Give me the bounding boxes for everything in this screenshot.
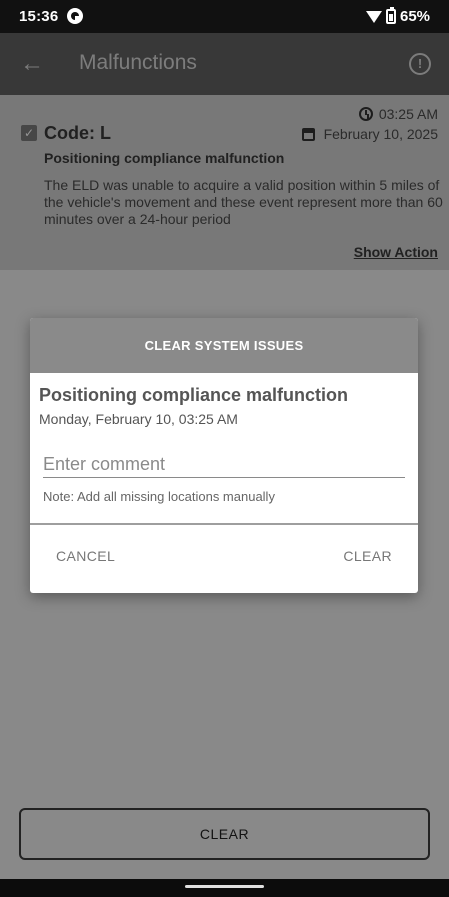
dialog-datetime: Monday, February 10, 03:25 AM: [39, 411, 238, 427]
notification-icon: [67, 8, 83, 24]
navigation-bar: [0, 879, 449, 897]
comment-input[interactable]: [43, 451, 405, 478]
cancel-button[interactable]: CANCEL: [56, 548, 115, 564]
status-bar: 15:36 65%: [0, 0, 449, 33]
dialog-divider: [30, 523, 418, 525]
wifi-icon: [366, 11, 382, 23]
battery-icon: [386, 7, 396, 24]
dialog-header: CLEAR SYSTEM ISSUES: [30, 318, 418, 373]
battery-percentage: 65%: [400, 8, 431, 25]
home-handle[interactable]: [185, 885, 264, 888]
dialog-clear-button[interactable]: CLEAR: [343, 548, 392, 564]
dialog-title: Positioning compliance malfunction: [39, 385, 349, 405]
screen: ← Malfunctions ! ✓ Code: L 03:25 AM Febr…: [0, 0, 449, 897]
status-time: 15:36: [19, 8, 59, 25]
clear-issues-dialog: CLEAR SYSTEM ISSUES Positioning complian…: [30, 318, 418, 593]
dialog-note: Note: Add all missing locations manually: [43, 489, 275, 504]
